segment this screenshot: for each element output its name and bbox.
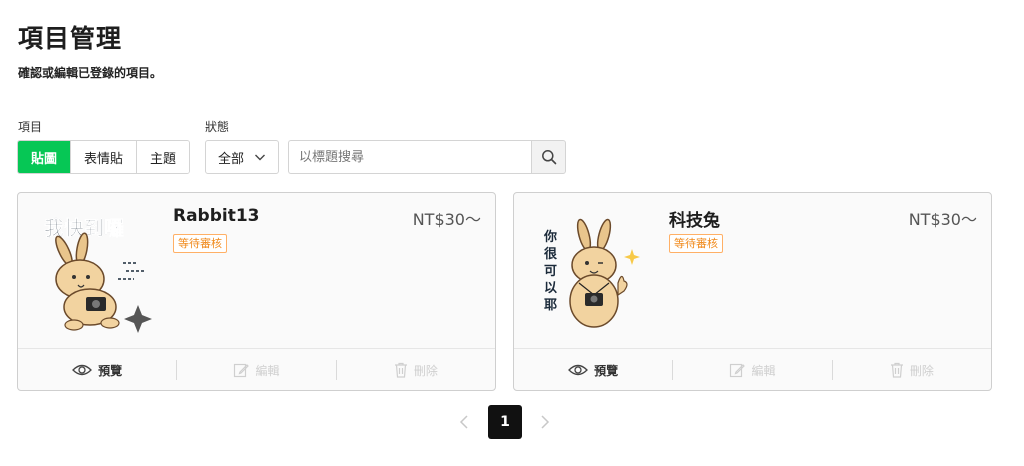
edit-label: 編輯 [255, 363, 280, 378]
edit-icon [234, 363, 250, 378]
chevron-left-icon[interactable] [458, 414, 472, 430]
delete-button: 刪除 [335, 360, 495, 380]
sticker-thumbnail-rabbit-camera: 你 很 可 以 耶 [543, 218, 640, 328]
preview-button[interactable]: 預覽 [514, 360, 672, 380]
item-card: 我快到囉 Rabbit13 NT$30〜 等待審核 預覽 編輯 刪除 [17, 192, 496, 391]
eye-icon [72, 364, 93, 376]
card-actions: 預覽 編輯 刪除 [514, 348, 991, 391]
chevron-down-icon [255, 154, 265, 161]
sticker-caption-char: 你 [543, 229, 557, 245]
status-badge: 等待審核 [173, 234, 227, 253]
status-dropdown-value: 全部 [218, 151, 245, 167]
chevron-right-icon[interactable] [537, 414, 551, 430]
sticker-thumbnail-rabbit-running: 我快到囉 [44, 216, 152, 333]
preview-button[interactable]: 預覽 [18, 360, 176, 380]
search-input[interactable] [288, 140, 531, 174]
item-type-segmented-control: 貼圖 表情貼 主題 [17, 140, 191, 174]
type-tab-stickers[interactable]: 貼圖 [18, 141, 72, 173]
sticker-caption-char: 可 [544, 264, 557, 279]
sticker-caption-vertical: 你 很 可 以 耶 [543, 229, 558, 313]
trash-icon [394, 362, 407, 378]
type-tab-emoji[interactable]: 表情貼 [71, 141, 138, 173]
delete-label: 刪除 [413, 363, 438, 378]
preview-label: 預覽 [98, 363, 123, 378]
page-description: 確認或編輯已登錄的項目。 [18, 66, 163, 80]
edit-button: 編輯 [672, 360, 831, 380]
sticker-caption-char: 很 [544, 246, 558, 262]
page-title: 項目管理 [18, 24, 123, 53]
trash-icon [890, 362, 903, 378]
eye-icon [568, 364, 589, 376]
search-icon [541, 150, 556, 165]
edit-icon [730, 363, 746, 378]
item-type-label: 項目 [18, 120, 43, 134]
pagination: 1 [0, 405, 1024, 439]
sticker-caption-char: 耶 [544, 298, 557, 313]
card-actions: 預覽 編輯 刪除 [18, 348, 495, 391]
status-badge: 等待審核 [669, 234, 723, 253]
status-label: 狀態 [205, 120, 230, 134]
sticker-caption-char: 以 [544, 281, 557, 296]
type-tab-themes[interactable]: 主題 [137, 141, 190, 173]
item-price: NT$30〜 [412, 210, 481, 229]
item-name: Rabbit13 [173, 206, 260, 226]
search-button[interactable] [531, 140, 566, 174]
delete-label: 刪除 [909, 363, 934, 378]
page-button-current[interactable]: 1 [488, 405, 522, 439]
item-name: 科技兔 [669, 211, 720, 231]
item-price: NT$30〜 [908, 210, 977, 229]
edit-button: 編輯 [176, 360, 335, 380]
edit-label: 編輯 [751, 363, 776, 378]
item-card: 你 很 可 以 耶 科技兔 NT$30〜 等待審核 預覽 編輯 刪除 [513, 192, 992, 391]
status-dropdown[interactable]: 全部 [205, 140, 279, 174]
preview-label: 預覽 [594, 363, 619, 378]
search-bar [288, 140, 566, 174]
delete-button: 刪除 [831, 360, 991, 380]
